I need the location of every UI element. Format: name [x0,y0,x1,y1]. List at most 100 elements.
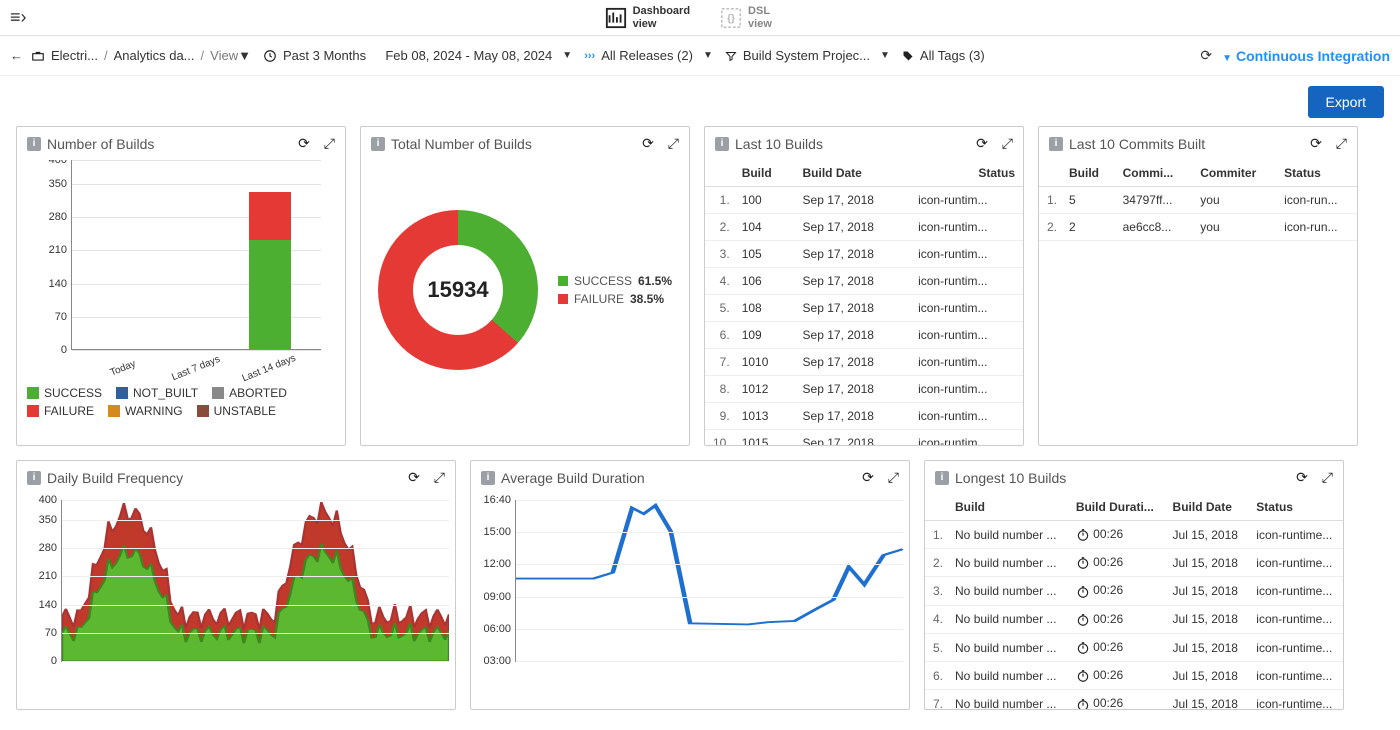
panel-avg-build-duration: i Average Build Duration ⟳ ⤢ 03:0006:000… [470,460,910,710]
row-index: 5. [925,633,947,661]
chevron-down-icon[interactable]: ▼ [880,50,890,61]
panel-expand-icon[interactable]: ⤢ [888,469,899,486]
panel-refresh-icon[interactable]: ⟳ [642,135,654,152]
col-date[interactable]: Build Date [1165,494,1249,521]
panel-refresh-icon[interactable]: ⟳ [298,135,310,152]
cell: 00:26 [1068,577,1165,605]
table-row[interactable]: 10.1015Sep 17, 2018icon-runtim... [705,430,1023,446]
col-build[interactable]: Build [734,160,795,187]
cell: 00:26 [1068,605,1165,633]
table-row[interactable]: 3.No build number ... 00:26Jul 15, 2018i… [925,577,1343,605]
col-committer[interactable]: Commiter [1192,160,1276,187]
table-row[interactable]: 6.No build number ... 00:26Jul 15, 2018i… [925,662,1343,690]
cell: icon-runtim... [910,187,1023,214]
table-row[interactable]: 8.1012Sep 17, 2018icon-runtim... [705,376,1023,403]
info-icon[interactable]: i [715,137,729,151]
crumb-root[interactable]: Electri... [51,48,98,63]
filter-project[interactable]: Build System Projec... ▼ [725,48,890,63]
table-row[interactable]: 9.1013Sep 17, 2018icon-runtim... [705,403,1023,430]
crumb-mid[interactable]: Analytics da... [114,48,195,63]
table-row[interactable]: 5.108Sep 17, 2018icon-runtim... [705,295,1023,322]
cell: Jul 15, 2018 [1165,577,1249,605]
table-row[interactable]: 2.104Sep 17, 2018icon-runtim... [705,214,1023,241]
col-dur[interactable]: Build Durati... [1068,494,1165,521]
crumb-leaf[interactable]: View [210,48,238,63]
row-index: 1. [705,187,734,214]
col-status[interactable]: Status [1276,160,1357,187]
panel-last-10-builds: i Last 10 Builds ⟳ ⤢ Build Build Date St… [704,126,1024,446]
panel-expand-icon[interactable]: ⤢ [1336,135,1347,152]
stopwatch-icon [1076,612,1090,627]
table-row[interactable]: 7.No build number ... 00:26Jul 15, 2018i… [925,690,1343,709]
chevron-down-icon[interactable]: ▼ [562,50,572,61]
back-icon[interactable]: ← [10,48,23,63]
info-icon[interactable]: i [27,471,41,485]
refresh-icon[interactable]: ⟳ [1200,47,1212,64]
filter-releases[interactable]: ››› All Releases (2) ▼ [584,48,713,63]
legend-item[interactable]: ABORTED [212,386,287,400]
y-tick: 400 [17,494,57,506]
panel-refresh-icon[interactable]: ⟳ [862,469,874,486]
ci-link[interactable]: ▼Continuous Integration [1222,48,1390,64]
row-index: 3. [925,577,947,605]
panel-title: Last 10 Builds [735,136,962,152]
info-icon[interactable]: i [27,137,41,151]
legend-item[interactable]: FAILURE [27,404,94,418]
cell: 109 [734,322,795,349]
col-status[interactable]: Status [910,160,1023,187]
view-switch-dashboard[interactable]: Dashboardview [605,5,690,29]
cell: icon-runtime... [1248,605,1343,633]
cell: Jul 15, 2018 [1165,690,1249,709]
panel-refresh-icon[interactable]: ⟳ [976,135,988,152]
cell: you [1192,187,1276,214]
info-icon[interactable]: i [935,471,949,485]
col-commit[interactable]: Commi... [1115,160,1193,187]
legend-item[interactable]: UNSTABLE [197,404,276,418]
crumb-dropdown-icon[interactable]: ▼ [238,48,251,63]
chevron-down-icon[interactable]: ▼ [703,50,713,61]
cell: icon-runtime... [1248,577,1343,605]
filter-tags[interactable]: All Tags (3) [902,48,985,63]
panel-expand-icon[interactable]: ⤢ [324,135,335,152]
table-row[interactable]: 5.No build number ... 00:26Jul 15, 2018i… [925,633,1343,661]
row-index: 7. [705,349,734,376]
panel-refresh-icon[interactable]: ⟳ [408,469,420,486]
panel-expand-icon[interactable]: ⤢ [1322,469,1333,486]
table-row[interactable]: 3.105Sep 17, 2018icon-runtim... [705,241,1023,268]
col-build[interactable]: Build [1061,160,1115,187]
table-row[interactable]: 2.No build number ... 00:26Jul 15, 2018i… [925,549,1343,577]
info-icon[interactable]: i [481,471,495,485]
legend-item[interactable]: WARNING [108,404,183,418]
panel-refresh-icon[interactable]: ⟳ [1296,469,1308,486]
cell: Jul 15, 2018 [1165,633,1249,661]
y-tick: 280 [31,211,67,223]
view-switch-dsl[interactable]: {} DSLview [720,5,772,29]
table-row[interactable]: 7.1010Sep 17, 2018icon-runtim... [705,349,1023,376]
legend-item[interactable]: SUCCESS 61.5% [558,274,672,288]
filter-period[interactable]: Past 3 Months Feb 08, 2024 - May 08, 202… [263,48,572,63]
legend-item[interactable]: FAILURE 38.5% [558,292,672,306]
table-row[interactable]: 4.No build number ... 00:26Jul 15, 2018i… [925,605,1343,633]
table-row[interactable]: 6.109Sep 17, 2018icon-runtim... [705,322,1023,349]
tag-icon [902,50,914,62]
legend-item[interactable]: SUCCESS [27,386,102,400]
table-row[interactable]: 1.100Sep 17, 2018icon-runtim... [705,187,1023,214]
info-icon[interactable]: i [1049,137,1063,151]
panel-expand-icon[interactable]: ⤢ [1002,135,1013,152]
table-row[interactable]: 2.2ae6cc8...youicon-run... [1039,214,1357,241]
col-status[interactable]: Status [1248,494,1343,521]
panel-expand-icon[interactable]: ⤢ [434,469,445,486]
legend-item[interactable]: NOT_BUILT [116,386,198,400]
table-row[interactable]: 4.106Sep 17, 2018icon-runtim... [705,268,1023,295]
table-row[interactable]: 1.No build number ... 00:26Jul 15, 2018i… [925,521,1343,549]
panel-expand-icon[interactable]: ⤢ [668,135,679,152]
info-icon[interactable]: i [371,137,385,151]
table-row[interactable]: 1.534797ff...youicon-run... [1039,187,1357,214]
menu-toggle-icon[interactable]: ≡› [10,7,27,27]
col-date[interactable]: Build Date [795,160,911,187]
filter-releases-label: All Releases (2) [601,48,693,63]
col-build[interactable]: Build [947,494,1068,521]
export-button[interactable]: Export [1308,86,1384,118]
panel-refresh-icon[interactable]: ⟳ [1310,135,1322,152]
cell: icon-runtime... [1248,549,1343,577]
